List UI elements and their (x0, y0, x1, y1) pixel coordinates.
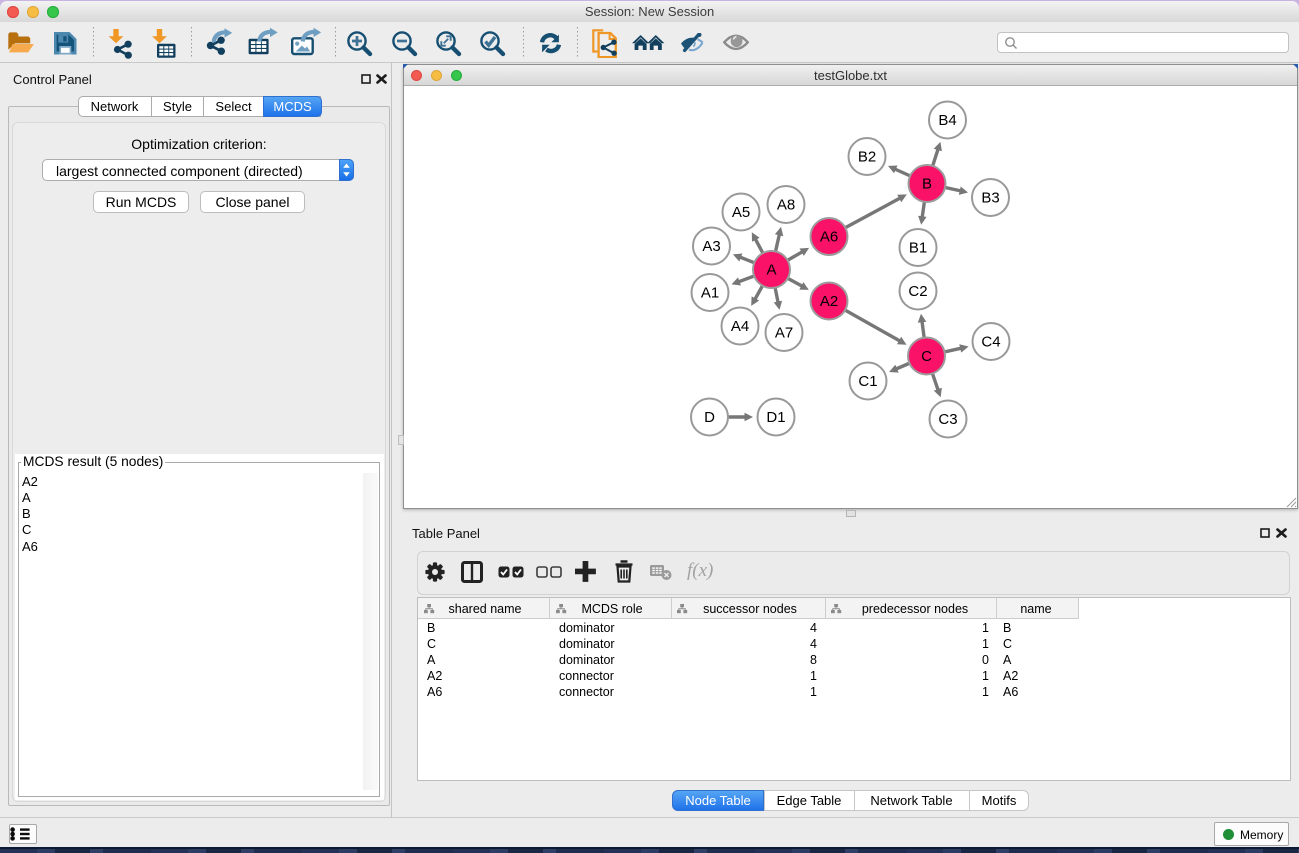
svg-text:C: C (921, 348, 932, 365)
svg-text:A3: A3 (702, 238, 720, 255)
svg-text:B1: B1 (909, 240, 927, 257)
svg-text:A8: A8 (777, 197, 795, 214)
svg-text:A6: A6 (820, 229, 838, 246)
svg-text:B4: B4 (938, 112, 956, 129)
svg-text:B: B (922, 176, 932, 193)
svg-text:C3: C3 (938, 411, 957, 428)
svg-text:C2: C2 (908, 283, 927, 300)
svg-text:D1: D1 (766, 409, 785, 426)
svg-text:A7: A7 (775, 325, 793, 342)
svg-text:A: A (766, 262, 776, 279)
svg-text:A5: A5 (732, 204, 750, 221)
svg-text:A1: A1 (701, 285, 719, 302)
svg-text:B2: B2 (858, 149, 876, 166)
svg-text:B3: B3 (981, 190, 999, 207)
svg-text:C4: C4 (981, 334, 1000, 351)
svg-text:A2: A2 (820, 293, 838, 310)
svg-text:A4: A4 (731, 318, 749, 335)
svg-text:C1: C1 (858, 373, 877, 390)
svg-text:D: D (704, 409, 715, 426)
